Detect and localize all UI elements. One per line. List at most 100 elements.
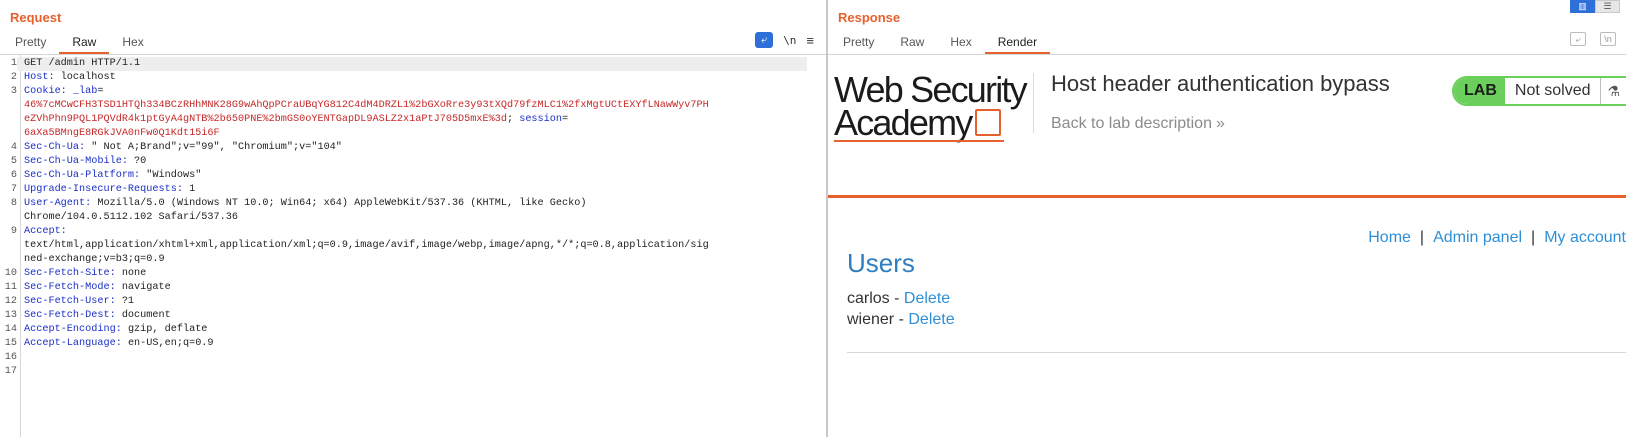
code-line[interactable]: 6 Sec-Ch-Ua-Platform: "Windows"	[0, 169, 810, 183]
line-text: Sec-Fetch-User: ?1	[24, 296, 135, 307]
line-text: User-Agent: Mozilla/5.0 (Windows NT 10.0…	[24, 198, 587, 209]
bolt-icon	[975, 109, 1002, 136]
wrap-lines-icon[interactable]: ⤶	[755, 32, 774, 48]
tab-pretty[interactable]: Pretty	[2, 34, 59, 54]
code-line[interactable]: 13 Sec-Fetch-Dest: document	[0, 309, 810, 323]
code-line[interactable]: 12 Sec-Fetch-User: ?1	[0, 295, 810, 309]
response-toolbar: ⤶ \n	[1570, 32, 1616, 46]
response-title: Response	[838, 10, 901, 25]
line-number: 6	[10, 170, 17, 181]
code-line[interactable]: 16	[0, 351, 810, 365]
line-text: Accept-Encoding: gzip, deflate	[24, 324, 208, 335]
line-text: Sec-Fetch-Dest: document	[24, 310, 171, 321]
tab-hex[interactable]: Hex	[109, 34, 156, 54]
code-line[interactable]: 9 Accept:	[0, 225, 810, 239]
code-line[interactable]: 6aXa5BMngE8RGkJVA0nFw0Q1Kdt15i6F	[0, 127, 810, 141]
code-line[interactable]: 17	[0, 365, 810, 379]
code-line[interactable]: 7 Upgrade-Insecure-Requests: 1	[0, 183, 810, 197]
line-text: Sec-Fetch-Site: none	[24, 268, 147, 279]
tab-raw[interactable]: Raw	[59, 34, 110, 54]
request-pane: Request Pretty Raw Hex ⤶ \n ≡ 1 GET /admi…	[0, 0, 826, 437]
request-editor[interactable]: 1 GET /admin HTTP/1.1 2 Host: localhost 3 Coo…	[0, 55, 826, 437]
code-line[interactable]: 2 Host: localhost	[0, 71, 810, 85]
line-number	[0, 113, 17, 127]
line-number: 15	[4, 338, 17, 349]
lab-title: Host header authentication bypass	[1051, 71, 1390, 96]
code-line[interactable]: eZVhPhn9PQL1PQVdR4k1ptGyA4gNTB%2b650PNE%…	[0, 113, 810, 127]
line-text: Host: localhost	[24, 72, 116, 83]
line-text: GET /admin HTTP/1.1	[17, 57, 807, 71]
line-number	[0, 239, 17, 253]
line-text	[17, 351, 24, 365]
line-text: Cookie: _lab=	[24, 86, 104, 97]
code-line[interactable]: 5 Sec-Ch-Ua-Mobile: ?0	[0, 155, 810, 169]
line-number: 17	[4, 366, 17, 377]
line-number	[0, 253, 17, 267]
web-security-academy-logo[interactable]: Web Security Academy	[834, 72, 1028, 141]
line-number: 16	[4, 352, 17, 363]
delete-wiener-link[interactable]: Delete	[908, 311, 954, 328]
flask-icon[interactable]: ⚗	[1601, 83, 1626, 100]
line-number	[0, 127, 17, 141]
rendered-page: Web Security Academy Host header authent…	[828, 55, 1626, 437]
tab-pretty[interactable]: Pretty	[830, 34, 887, 54]
line-text: Sec-Ch-Ua: " Not A;Brand";v="99", "Chrom…	[24, 142, 342, 153]
code-line[interactable]: 1 GET /admin HTTP/1.1	[0, 57, 810, 71]
tab-render[interactable]: Render	[984, 34, 1051, 54]
request-toolbar: ⤶ \n ≡	[755, 32, 814, 48]
line-text: Accept-Language: en-US,en;q=0.9	[24, 338, 214, 349]
line-text: Sec-Ch-Ua-Mobile: ?0	[24, 156, 147, 167]
code-line[interactable]: 8 User-Agent: Mozilla/5.0 (Windows NT 10.…	[0, 197, 810, 211]
line-text: eZVhPhn9PQL1PQVdR4k1ptGyA4gNTB%2b650PNE%…	[24, 114, 569, 125]
nav-my-account-link[interactable]: My account	[1544, 229, 1626, 246]
lab-status-text: Not solved	[1505, 78, 1602, 104]
menu-icon[interactable]: ≡	[806, 33, 814, 48]
code-line[interactable]: Chrome/104.0.5112.102 Safari/537.36	[0, 211, 810, 225]
top-navigation: Home | Admin panel | My account	[1368, 229, 1626, 246]
response-pane: ▥ ☰ Response Pretty Raw Hex Render ⤶ \n …	[828, 0, 1626, 437]
line-number	[0, 211, 17, 225]
delete-carlos-link[interactable]: Delete	[904, 290, 950, 307]
nav-admin-panel-link[interactable]: Admin panel	[1433, 229, 1522, 246]
tab-raw[interactable]: Raw	[887, 34, 937, 54]
back-to-lab-link[interactable]: Back to lab description»	[1051, 115, 1225, 133]
users-heading: Users	[847, 248, 915, 278]
code-line[interactable]: 4 Sec-Ch-Ua: " Not A;Brand";v="99", "Chro…	[0, 141, 810, 155]
code-line[interactable]: 14 Accept-Encoding: gzip, deflate	[0, 323, 810, 337]
code-line[interactable]: 3 Cookie: _lab=	[0, 85, 810, 99]
layout-stacked-icon[interactable]: ☰	[1595, 0, 1620, 13]
user-name: carlos	[847, 290, 890, 307]
request-code[interactable]: 1 GET /admin HTTP/1.1 2 Host: localhost 3 Coo…	[0, 57, 810, 379]
line-number: 5	[10, 156, 17, 167]
tab-hex[interactable]: Hex	[937, 34, 984, 54]
line-number: 1	[10, 58, 17, 69]
code-line[interactable]: 46%7cMCwCFH3TSD1HTQh334BCzRHhMNK28G9wAhQ…	[0, 99, 810, 113]
line-number: 4	[10, 142, 17, 153]
user-name: wiener	[847, 311, 895, 328]
line-number: 3	[10, 86, 17, 97]
lab-badge: LAB	[1454, 78, 1505, 104]
header-divider	[1033, 73, 1034, 133]
code-line[interactable]: ned-exchange;v=b3;q=0.9	[0, 253, 810, 267]
user-row: carlos - Delete	[847, 290, 951, 307]
code-line[interactable]: 15 Accept-Language: en-US,en;q=0.9	[0, 337, 810, 351]
line-number: 7	[10, 184, 17, 195]
line-text: Sec-Ch-Ua-Platform: "Windows"	[24, 170, 202, 181]
code-line[interactable]: 11 Sec-Fetch-Mode: navigate	[0, 281, 810, 295]
request-tabs: Pretty Raw Hex	[2, 34, 157, 54]
line-number: 12	[4, 296, 17, 307]
line-number	[0, 99, 17, 113]
response-tabs: Pretty Raw Hex Render	[830, 34, 1051, 54]
code-line[interactable]: 10 Sec-Fetch-Site: none	[0, 267, 810, 281]
wrap-lines-icon[interactable]: ⤶	[1570, 32, 1586, 46]
lab-status-widget: LAB Not solved ⚗	[1452, 76, 1626, 106]
layout-toggle: ▥ ☰	[1570, 0, 1620, 13]
layout-side-by-side-icon[interactable]: ▥	[1570, 0, 1595, 13]
nav-home-link[interactable]: Home	[1368, 229, 1411, 246]
code-line[interactable]: text/html,application/xhtml+xml,applicat…	[0, 239, 810, 253]
line-text: Upgrade-Insecure-Requests: 1	[24, 184, 196, 195]
show-newlines-button[interactable]: \n	[783, 34, 796, 47]
line-number: 9	[10, 226, 17, 237]
show-newlines-button[interactable]: \n	[1600, 32, 1616, 46]
line-text: Accept:	[24, 226, 67, 237]
